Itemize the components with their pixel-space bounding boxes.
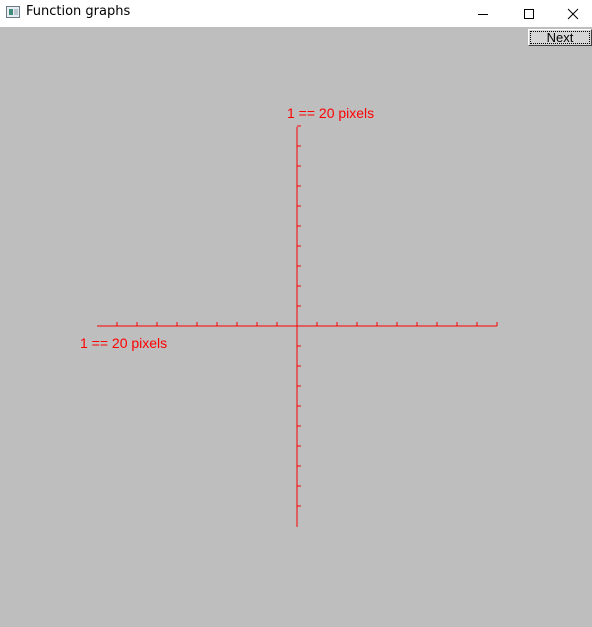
maximize-icon: [524, 8, 534, 19]
y-axis-label: 1 == 20 pixels: [287, 105, 374, 121]
graph-window-canvas: 1 == 20 pixels 1 == 20 pixels Next: [0, 27, 592, 627]
x-axis-label: 1 == 20 pixels: [80, 335, 167, 351]
y-axis-ticks: [297, 125, 301, 507]
minimize-icon: [478, 13, 488, 15]
maximize-button[interactable]: [506, 0, 552, 27]
x-axis-ticks: [116, 322, 498, 326]
minimize-button[interactable]: [460, 0, 506, 27]
graph-canvas: 1 == 20 pixels 1 == 20 pixels: [80, 105, 498, 527]
close-button[interactable]: [550, 0, 592, 27]
app-icon: [6, 6, 20, 18]
next-button[interactable]: Next: [528, 29, 592, 46]
close-icon: [567, 8, 579, 19]
title-bar: Function graphs: [0, 0, 592, 27]
window-title: Function graphs: [26, 4, 131, 19]
